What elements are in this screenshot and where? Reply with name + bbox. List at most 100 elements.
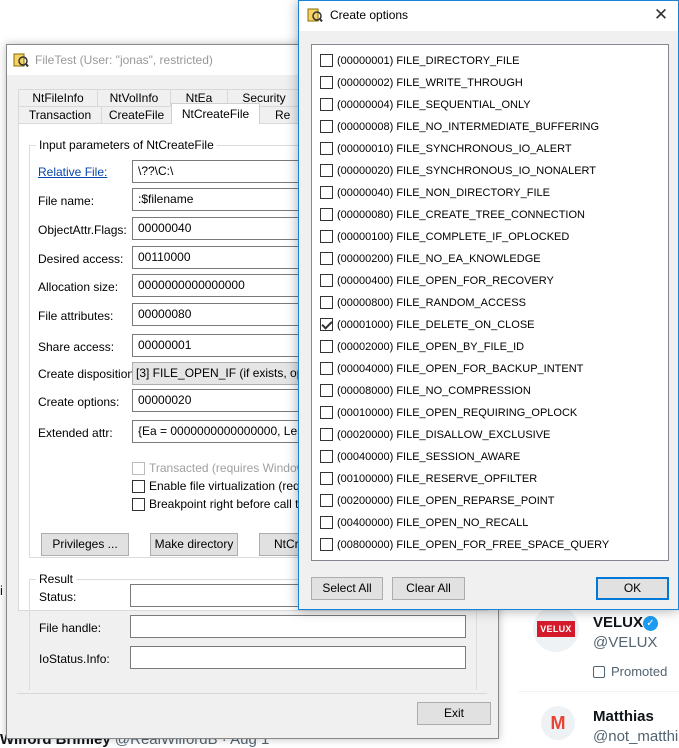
- create-option-label: (00000400) FILE_OPEN_FOR_RECOVERY: [337, 274, 554, 287]
- create-option-item[interactable]: (00010000) FILE_OPEN_REQUIRING_OPLOCK: [320, 406, 577, 419]
- create-option-checkbox[interactable]: [320, 230, 333, 243]
- create-option-item[interactable]: (00000800) FILE_RANDOM_ACCESS: [320, 296, 526, 309]
- create-option-item[interactable]: (00000008) FILE_NO_INTERMEDIATE_BUFFERIN…: [320, 120, 599, 133]
- create-option-item[interactable]: (00100000) FILE_RESERVE_OPFILTER: [320, 472, 537, 485]
- create-option-checkbox[interactable]: [320, 54, 333, 67]
- create-option-label: (00100000) FILE_RESERVE_OPFILTER: [337, 472, 538, 485]
- create-option-label: (00000008) FILE_NO_INTERMEDIATE_BUFFERIN…: [337, 120, 600, 133]
- create-option-item[interactable]: (00004000) FILE_OPEN_FOR_BACKUP_INTENT: [320, 362, 583, 375]
- create-option-item[interactable]: (00000200) FILE_NO_EA_KNOWLEDGE: [320, 252, 541, 265]
- create-option-label: (00800000) FILE_OPEN_FOR_FREE_SPACE_QUER…: [337, 538, 610, 551]
- create-option-checkbox[interactable]: [320, 450, 333, 463]
- breakpoint-label: Breakpoint right before call to N: [149, 497, 318, 511]
- create-option-item[interactable]: (00000010) FILE_SYNCHRONOUS_IO_ALERT: [320, 142, 572, 155]
- main-window-title: FileTest (User: "jonas", restricted): [35, 53, 213, 67]
- create-option-item[interactable]: (00400000) FILE_OPEN_NO_RECALL: [320, 516, 528, 529]
- create-option-label: (00000004) FILE_SEQUENTIAL_ONLY: [337, 98, 531, 111]
- create-option-label: (00000080) FILE_CREATE_TREE_CONNECTION: [337, 208, 585, 221]
- iostatus-field[interactable]: [130, 646, 466, 669]
- create-option-checkbox[interactable]: [320, 472, 333, 485]
- create-option-checkbox[interactable]: [320, 76, 333, 89]
- create-options-list[interactable]: (00000001) FILE_DIRECTORY_FILE (00000002)…: [311, 44, 669, 561]
- select-all-button[interactable]: Select All: [311, 577, 383, 600]
- tab-ntfileinfo[interactable]: NtFileInfo: [18, 89, 98, 107]
- create-option-item[interactable]: (00020000) FILE_DISALLOW_EXCLUSIVE: [320, 428, 550, 441]
- create-option-label: (00001000) FILE_DELETE_ON_CLOSE: [337, 318, 535, 331]
- create-option-checkbox[interactable]: [320, 406, 333, 419]
- tab-transaction[interactable]: Transaction: [18, 106, 102, 124]
- create-option-checkbox[interactable]: [320, 208, 333, 221]
- next-account-handle[interactable]: @not_matthi: [593, 728, 678, 745]
- gmail-logo-icon: M: [550, 712, 566, 733]
- create-option-label: (00020000) FILE_DISALLOW_EXCLUSIVE: [337, 428, 551, 441]
- create-option-checkbox[interactable]: [320, 142, 333, 155]
- tab-createfile[interactable]: CreateFile: [101, 106, 172, 124]
- clear-all-button[interactable]: Clear All: [392, 577, 465, 600]
- create-option-checkbox[interactable]: [320, 252, 333, 265]
- verified-badge-icon: ✓: [643, 616, 658, 631]
- create-option-checkbox[interactable]: [320, 340, 333, 353]
- close-icon[interactable]: ✕: [644, 1, 678, 31]
- ok-button[interactable]: OK: [596, 577, 669, 600]
- objattr-flags-label: ObjectAttr.Flags:: [38, 223, 127, 237]
- privileges-button[interactable]: Privileges ...: [41, 533, 129, 556]
- create-option-item[interactable]: (00000100) FILE_COMPLETE_IF_OPLOCKED: [320, 230, 569, 243]
- virtualization-checkbox[interactable]: [132, 479, 145, 493]
- create-option-item[interactable]: (00008000) FILE_NO_COMPRESSION: [320, 384, 531, 397]
- create-option-label: (00200000) FILE_OPEN_REPARSE_POINT: [337, 494, 555, 507]
- create-option-checkbox[interactable]: [320, 384, 333, 397]
- file-attributes-label: File attributes:: [38, 309, 114, 323]
- create-option-item[interactable]: (00002000) FILE_OPEN_BY_FILE_ID: [320, 340, 524, 353]
- create-option-label: (00002000) FILE_OPEN_BY_FILE_ID: [337, 340, 525, 353]
- create-option-item[interactable]: (00800000) FILE_OPEN_FOR_FREE_SPACE_QUER…: [320, 538, 609, 551]
- breakpoint-checkbox[interactable]: [132, 497, 145, 511]
- exit-button[interactable]: Exit: [417, 702, 491, 725]
- tab-ntvolinfo[interactable]: NtVolInfo: [97, 89, 171, 107]
- create-option-checkbox[interactable]: [320, 538, 333, 551]
- create-option-checkbox[interactable]: [320, 318, 333, 331]
- bg-side-text: i: [0, 583, 3, 598]
- relative-file-link[interactable]: Relative File:: [38, 165, 107, 179]
- tab-ntcreatefile[interactable]: NtCreateFile: [171, 103, 260, 124]
- create-option-label: (00010000) FILE_OPEN_REQUIRING_OPLOCK: [337, 406, 578, 419]
- share-access-label: Share access:: [38, 340, 115, 354]
- create-option-item[interactable]: (00000002) FILE_WRITE_THROUGH: [320, 76, 523, 89]
- make-directory-button[interactable]: Make directory: [150, 533, 238, 556]
- create-option-item[interactable]: (00000004) FILE_SEQUENTIAL_ONLY: [320, 98, 531, 111]
- create-option-checkbox[interactable]: [320, 428, 333, 441]
- create-option-checkbox[interactable]: [320, 164, 333, 177]
- create-option-checkbox[interactable]: [320, 362, 333, 375]
- create-option-checkbox[interactable]: [320, 516, 333, 529]
- velux-logo: VELUX: [537, 621, 575, 637]
- create-option-checkbox[interactable]: [320, 494, 333, 507]
- transacted-checkbox[interactable]: [132, 461, 145, 475]
- result-title: Result: [39, 572, 74, 586]
- create-option-label: (00000002) FILE_WRITE_THROUGH: [337, 76, 523, 89]
- create-option-item[interactable]: (00000040) FILE_NON_DIRECTORY_FILE: [320, 186, 550, 199]
- create-option-item[interactable]: (00200000) FILE_OPEN_REPARSE_POINT: [320, 494, 554, 507]
- dialog-titlebar[interactable]: Create options ✕: [299, 1, 678, 31]
- create-option-item[interactable]: (00001000) FILE_DELETE_ON_CLOSE: [320, 318, 535, 331]
- tab-partial[interactable]: Re: [259, 106, 299, 124]
- create-option-item[interactable]: (00000001) FILE_DIRECTORY_FILE: [320, 54, 519, 67]
- create-option-label: (00040000) FILE_SESSION_AWARE: [337, 450, 521, 463]
- desired-access-label: Desired access:: [38, 252, 124, 266]
- create-option-item[interactable]: (00040000) FILE_SESSION_AWARE: [320, 450, 520, 463]
- next-account-name[interactable]: Matthias: [593, 708, 654, 725]
- file-handle-field[interactable]: [130, 615, 466, 638]
- promo-account-name[interactable]: VELUX: [593, 614, 643, 631]
- create-option-checkbox[interactable]: [320, 296, 333, 309]
- velux-avatar[interactable]: VELUX: [533, 606, 579, 652]
- create-option-item[interactable]: (00000400) FILE_OPEN_FOR_RECOVERY: [320, 274, 554, 287]
- create-option-item[interactable]: (00000020) FILE_SYNCHRONOUS_IO_NONALERT: [320, 164, 596, 177]
- result-divider: [17, 693, 487, 694]
- create-option-checkbox[interactable]: [320, 98, 333, 111]
- create-option-checkbox[interactable]: [320, 120, 333, 133]
- transacted-checkbox-row: Transacted (requires Windows V: [132, 461, 323, 475]
- create-option-item[interactable]: (00000080) FILE_CREATE_TREE_CONNECTION: [320, 208, 585, 221]
- virtualization-checkbox-row: Enable file virtualization (require: [132, 479, 320, 493]
- create-option-checkbox[interactable]: [320, 186, 333, 199]
- create-option-checkbox[interactable]: [320, 274, 333, 287]
- gmail-avatar[interactable]: M: [541, 706, 575, 740]
- promo-account-handle[interactable]: @VELUX: [593, 634, 657, 651]
